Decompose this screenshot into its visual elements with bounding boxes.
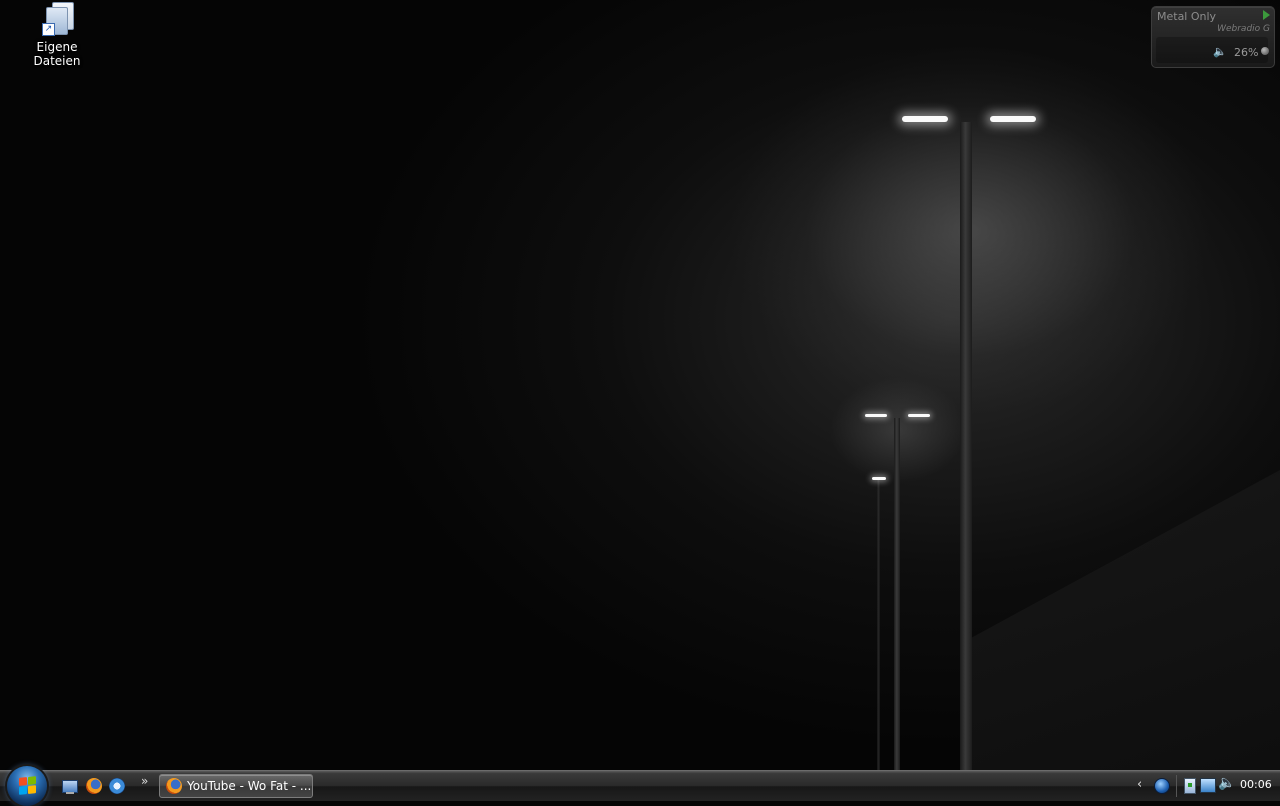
show-desktop-icon[interactable] (62, 780, 78, 794)
volume-icon[interactable]: 🔈 (1218, 775, 1235, 791)
lamp-light-far (872, 477, 886, 480)
taskbar-button-youtube[interactable]: YouTube - Wo Fat - ... (159, 774, 313, 798)
radio-gadget[interactable]: Metal Only Webradio G 🔈 26% (1151, 6, 1275, 68)
my-documents-icon: ↗ (42, 2, 74, 36)
lamp-light-medium-right (908, 414, 930, 417)
tray-divider (1176, 775, 1177, 797)
lamp-light-large-right (990, 116, 1036, 122)
gadget-station-name: Metal Only (1157, 10, 1217, 23)
windows-flag-icon (19, 776, 36, 795)
play-icon[interactable] (1263, 10, 1270, 20)
desktop-wallpaper: ↗ Eigene Dateien Metal Only Webradio G 🔈… (0, 0, 1280, 770)
internet-explorer-icon[interactable] (109, 778, 125, 794)
lamp-light-medium-left (865, 414, 887, 417)
tray-clock[interactable]: 00:06 (1240, 778, 1272, 791)
tray-expand-chevron[interactable]: ‹ (1137, 777, 1142, 792)
lamp-light-large-left (902, 116, 948, 122)
shortcut-arrow-icon: ↗ (42, 23, 55, 36)
lamp-pole-large (960, 122, 972, 770)
gadget-station-subtitle: Webradio G (1217, 24, 1270, 34)
wallpaper-building (960, 470, 1280, 770)
desktop-icon-eigene-dateien[interactable]: ↗ Eigene Dateien (14, 2, 100, 68)
taskbar: » YouTube - Wo Fat - ... ‹ 🔈 00:06 (0, 766, 1280, 806)
firefox-icon[interactable] (86, 778, 102, 794)
speaker-icon[interactable]: 🔈 (1213, 45, 1227, 58)
desktop-icon-label: Eigene Dateien (33, 40, 81, 68)
quick-launch-more-button[interactable]: » (141, 774, 148, 788)
firefox-icon (166, 778, 182, 794)
network-icon[interactable] (1200, 778, 1216, 793)
gadget-volume-value: 26% (1234, 46, 1259, 59)
volume-knob[interactable] (1261, 47, 1269, 55)
safely-remove-icon[interactable] (1184, 778, 1196, 794)
globe-icon[interactable] (1154, 778, 1170, 794)
start-button[interactable] (7, 766, 47, 806)
taskbar-button-label: YouTube - Wo Fat - ... (187, 779, 312, 793)
lamp-pole-far (877, 480, 880, 770)
lamp-pole-medium (894, 418, 900, 770)
